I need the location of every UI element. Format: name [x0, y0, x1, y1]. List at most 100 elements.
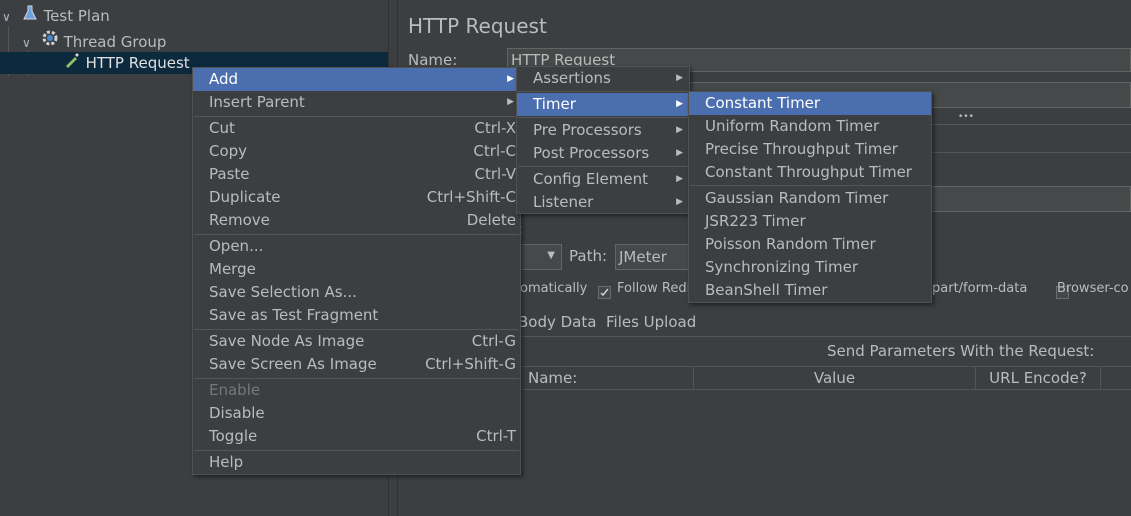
- multipart-label: part/form-data: [932, 281, 1028, 296]
- tree-item-label: HTTP Request: [85, 54, 190, 72]
- submenu-item-gaussian-random-timer[interactable]: Gaussian Random Timer: [689, 187, 931, 210]
- menu-item-label: Copy: [209, 142, 248, 160]
- menu-item-save-as-test-fragment[interactable]: Save as Test Fragment: [193, 304, 520, 327]
- submenu-arrow-icon: ▶: [676, 174, 683, 184]
- menu-item-label: Enable: [209, 381, 261, 399]
- follow-redirects-label: Follow Redi: [617, 281, 691, 296]
- menu-item-label: Cut: [209, 119, 235, 137]
- menu-item-label: Precise Throughput Timer: [705, 140, 898, 158]
- submenu-item-listener[interactable]: Listener ▶: [517, 191, 689, 214]
- menu-item-merge[interactable]: Merge: [193, 258, 520, 281]
- menu-item-open[interactable]: Open...: [193, 235, 520, 258]
- menu-item-help[interactable]: Help: [193, 451, 520, 474]
- menu-item-label: Save Selection As...: [209, 283, 357, 301]
- submenu-item-constant-timer[interactable]: Constant Timer: [689, 92, 931, 115]
- page-title: HTTP Request: [408, 14, 547, 38]
- follow-redirects-checkbox[interactable]: [598, 286, 611, 299]
- menu-separator: [518, 166, 688, 167]
- chevron-down-icon[interactable]: ∨: [22, 32, 36, 54]
- menu-separator: [518, 91, 688, 92]
- menu-item-label: Duplicate: [209, 188, 281, 206]
- menu-item-paste[interactable]: Paste Ctrl-V: [193, 163, 520, 186]
- method-select[interactable]: ▼: [520, 244, 562, 270]
- submenu-arrow-icon: ▶: [676, 73, 683, 83]
- menu-item-save-selection-as[interactable]: Save Selection As...: [193, 281, 520, 304]
- menu-shortcut: Ctrl-G: [471, 332, 516, 350]
- submenu-arrow-icon: ▶: [676, 125, 683, 135]
- submenu-item-pre-processors[interactable]: Pre Processors ▶: [517, 119, 689, 142]
- menu-item-add[interactable]: Add ▶: [193, 68, 520, 91]
- redirect-auto-label: omatically: [520, 281, 588, 296]
- menu-item-label: Constant Throughput Timer: [705, 163, 912, 181]
- submenu-item-config-element[interactable]: Config Element ▶: [517, 168, 689, 191]
- flask-icon: [21, 5, 39, 27]
- more-icon[interactable]: •••: [958, 112, 974, 122]
- menu-item-label: Timer: [533, 95, 576, 113]
- menu-item-label: Constant Timer: [705, 94, 821, 112]
- submenu-arrow-icon: ▶: [676, 148, 683, 158]
- menu-shortcut: Ctrl-X: [474, 119, 516, 137]
- menu-item-label: Pre Processors: [533, 121, 642, 139]
- menu-shortcut: Ctrl+Shift-G: [425, 355, 516, 373]
- browser-compatible-label: Browser-co: [1057, 281, 1129, 296]
- tree-item-label: Thread Group: [63, 33, 167, 51]
- submenu-item-poisson-random-timer[interactable]: Poisson Random Timer: [689, 233, 931, 256]
- submenu-item-beanshell-timer[interactable]: BeanShell Timer: [689, 279, 931, 302]
- submenu-arrow-icon: ▶: [507, 97, 514, 107]
- menu-item-label: Gaussian Random Timer: [705, 189, 889, 207]
- tree-item-label: Test Plan: [43, 7, 110, 25]
- menu-item-enable: Enable: [193, 379, 520, 402]
- menu-item-label: Remove: [209, 211, 270, 229]
- tab-files-upload[interactable]: Files Upload: [606, 313, 696, 331]
- submenu-item-precise-throughput-timer[interactable]: Precise Throughput Timer: [689, 138, 931, 161]
- tree-item-thread-group[interactable]: ∨ Thread Group: [22, 29, 166, 51]
- submenu-item-synchronizing-timer[interactable]: Synchronizing Timer: [689, 256, 931, 279]
- menu-item-label: Config Element: [533, 170, 648, 188]
- menu-item-label: Disable: [209, 404, 265, 422]
- menu-item-label: Open...: [209, 237, 264, 255]
- submenu-item-jsr223-timer[interactable]: JSR223 Timer: [689, 210, 931, 233]
- menu-item-copy[interactable]: Copy Ctrl-C: [193, 140, 520, 163]
- path-field[interactable]: JMeter: [615, 244, 690, 270]
- menu-shortcut: Delete: [466, 211, 516, 229]
- path-label: Path:: [569, 247, 608, 265]
- tab-body-data[interactable]: Body Data: [518, 313, 596, 331]
- menu-item-label: Insert Parent: [209, 93, 305, 111]
- menu-item-label: Save Node As Image: [209, 332, 365, 350]
- menu-item-label: Toggle: [209, 427, 258, 445]
- submenu-item-constant-throughput-timer[interactable]: Constant Throughput Timer: [689, 161, 931, 184]
- add-submenu: Assertions ▶ Timer ▶ Pre Processors ▶ Po…: [516, 66, 690, 214]
- submenu-item-post-processors[interactable]: Post Processors ▶: [517, 142, 689, 165]
- column-header-name[interactable]: Name:: [520, 366, 694, 390]
- divider: [520, 336, 1131, 337]
- column-header-value[interactable]: Value: [694, 366, 976, 390]
- chevron-down-icon: ▼: [547, 250, 555, 261]
- submenu-item-timer[interactable]: Timer ▶: [517, 93, 689, 116]
- menu-item-remove[interactable]: Remove Delete: [193, 209, 520, 232]
- menu-item-label: Uniform Random Timer: [705, 117, 880, 135]
- submenu-item-uniform-random-timer[interactable]: Uniform Random Timer: [689, 115, 931, 138]
- menu-item-label: JSR223 Timer: [705, 212, 806, 230]
- menu-item-toggle[interactable]: Toggle Ctrl-T: [193, 425, 520, 448]
- submenu-arrow-icon: ▶: [676, 197, 683, 207]
- tree-item-test-plan[interactable]: ∨ Test Plan: [2, 5, 110, 27]
- menu-item-disable[interactable]: Disable: [193, 402, 520, 425]
- menu-item-duplicate[interactable]: Duplicate Ctrl+Shift-C: [193, 186, 520, 209]
- menu-separator: [690, 185, 930, 186]
- menu-item-label: Help: [209, 453, 244, 471]
- menu-item-label: Save as Test Fragment: [209, 306, 379, 324]
- timer-submenu: Constant Timer Uniform Random Timer Prec…: [688, 91, 932, 303]
- menu-shortcut: Ctrl-T: [476, 427, 516, 445]
- chevron-down-icon[interactable]: ∨: [2, 6, 16, 28]
- menu-item-label: Save Screen As Image: [209, 355, 377, 373]
- menu-shortcut: Ctrl+Shift-C: [426, 188, 516, 206]
- submenu-item-assertions[interactable]: Assertions ▶: [517, 67, 689, 90]
- menu-item-label: Listener: [533, 193, 594, 211]
- menu-item-label: Poisson Random Timer: [705, 235, 876, 253]
- menu-item-label: Paste: [209, 165, 250, 183]
- column-header-url-encode[interactable]: URL Encode?: [976, 366, 1101, 390]
- menu-item-insert-parent[interactable]: Insert Parent ▶: [193, 91, 520, 114]
- menu-item-cut[interactable]: Cut Ctrl-X: [193, 117, 520, 140]
- menu-item-save-node-as-image[interactable]: Save Node As Image Ctrl-G: [193, 330, 520, 353]
- menu-item-save-screen-as-image[interactable]: Save Screen As Image Ctrl+Shift-G: [193, 353, 520, 376]
